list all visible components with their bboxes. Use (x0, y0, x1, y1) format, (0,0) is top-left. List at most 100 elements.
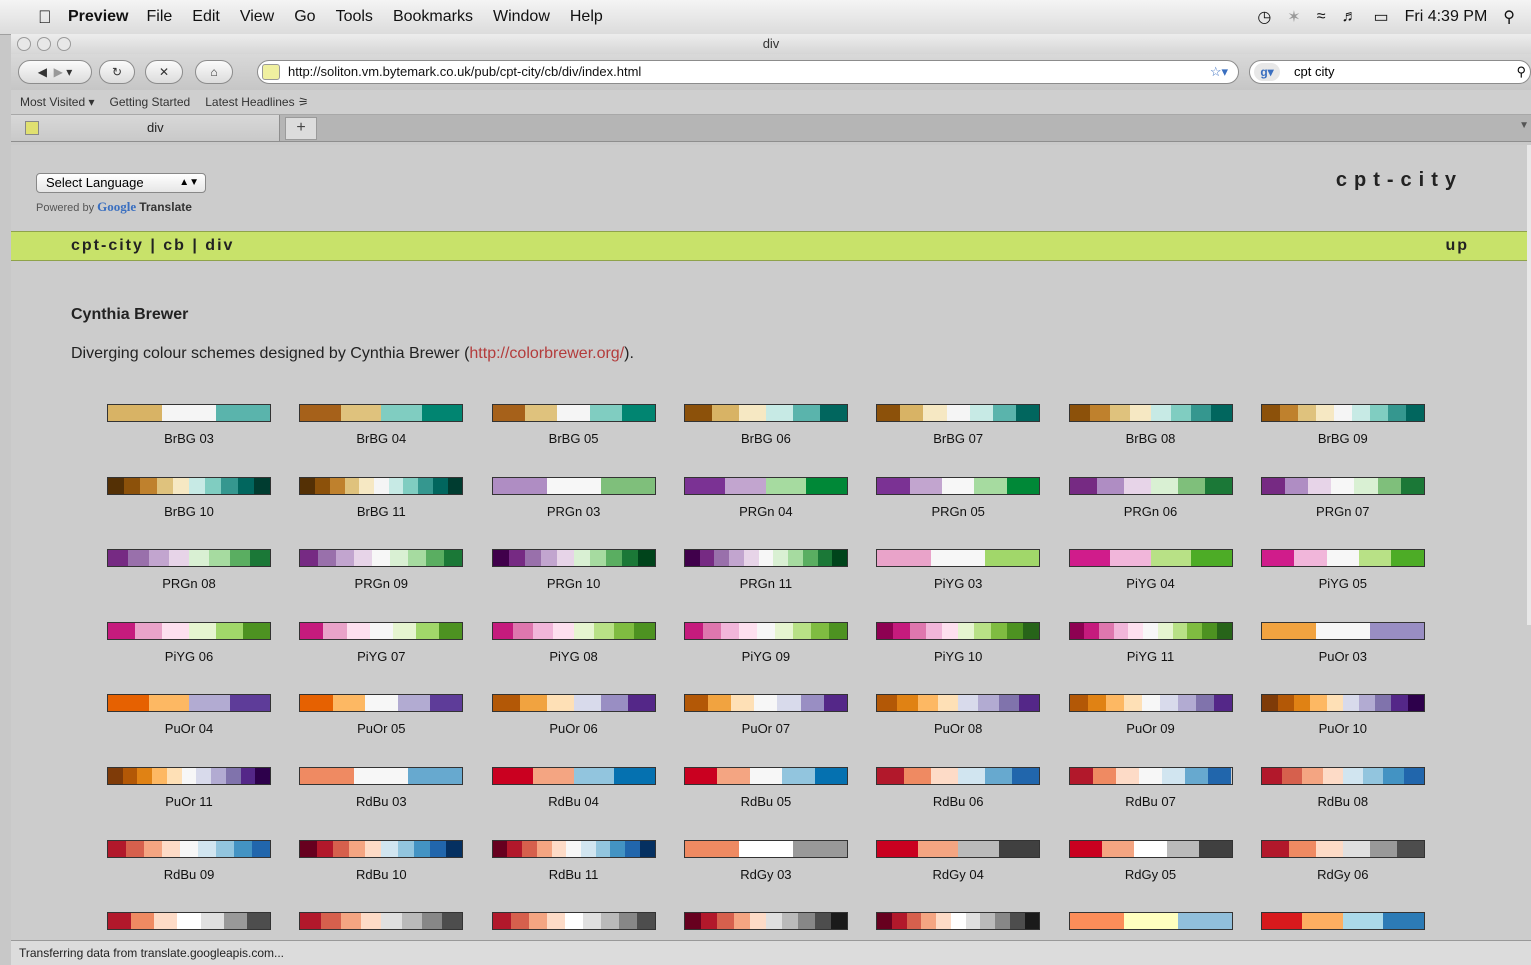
swatch-label[interactable]: BrBG 06 (684, 431, 848, 446)
swatch-label[interactable]: BrBG 10 (107, 504, 271, 519)
swatch-item[interactable]: RdBu 09 (107, 839, 271, 882)
swatch-colour-bar[interactable] (299, 621, 464, 640)
swatch-colour-bar[interactable] (1260, 694, 1425, 713)
wifi-icon[interactable]: ≈ (1317, 8, 1326, 26)
swatch-colour-bar[interactable] (299, 404, 464, 422)
swatch-colour-bar[interactable] (876, 404, 1041, 422)
translate-link[interactable]: Translate (139, 200, 192, 214)
swatch-colour-bar[interactable] (1068, 404, 1233, 422)
volume-icon[interactable]: ♬ (1341, 8, 1357, 26)
swatch-label[interactable]: RdGy 04 (876, 867, 1040, 882)
swatch-item[interactable]: PRGn 06 (1068, 476, 1233, 519)
url-text[interactable]: http://soliton.vm.bytemark.co.uk/pub/cpt… (288, 61, 641, 83)
swatch-item[interactable]: RdGy 10 (683, 912, 848, 940)
swatch-item[interactable]: PuOr 11 (107, 767, 271, 809)
swatch-item[interactable]: PuOr 09 (1068, 694, 1233, 736)
swatch-colour-bar[interactable] (683, 767, 848, 785)
vertical-scrollbar[interactable] (1527, 145, 1531, 625)
search-engine-icon[interactable]: g▾ (1254, 63, 1280, 81)
menu-item-bookmarks[interactable]: Bookmarks (393, 8, 473, 26)
swatch-label[interactable]: RdGy 06 (1261, 867, 1425, 882)
swatch-label[interactable]: PRGn 09 (299, 576, 463, 591)
swatch-label[interactable]: PiYG 09 (684, 649, 848, 664)
swatch-item[interactable]: RdGy 06 (1260, 839, 1425, 882)
swatch-item[interactable]: RdYlBu 03 (1068, 912, 1233, 940)
swatch-colour-bar[interactable] (876, 767, 1041, 785)
swatch-item[interactable]: PRGn 05 (876, 476, 1041, 519)
swatch-label[interactable]: PuOr 06 (492, 721, 656, 736)
swatch-label[interactable]: PiYG 10 (876, 649, 1040, 664)
swatch-item[interactable]: RdBu 08 (1260, 767, 1425, 809)
swatch-item[interactable]: BrBG 10 (107, 476, 271, 519)
swatch-item[interactable]: RdGy 03 (683, 839, 848, 882)
google-logo[interactable]: Google (97, 199, 136, 214)
swatch-label[interactable]: PiYG 07 (299, 649, 463, 664)
swatch-label[interactable]: PuOr 10 (1261, 721, 1425, 736)
menu-item-window[interactable]: Window (493, 8, 550, 26)
swatch-label[interactable]: PuOr 04 (107, 721, 271, 736)
swatch-item[interactable]: RdBu 11 (491, 839, 656, 882)
reload-button[interactable]: ↻ (99, 60, 135, 84)
swatch-item[interactable]: RdBu 04 (491, 767, 656, 809)
swatch-item[interactable]: PuOr 10 (1260, 694, 1425, 736)
swatch-colour-bar[interactable] (1260, 549, 1425, 568)
swatch-colour-bar[interactable] (491, 912, 656, 931)
stop-button[interactable]: ✕ (145, 60, 183, 84)
swatch-colour-bar[interactable] (1068, 912, 1233, 931)
back-forward-button[interactable]: ◀ ▶ ▾ (18, 60, 92, 84)
up-link[interactable]: up (1445, 232, 1469, 260)
swatch-item[interactable]: RdBu 05 (683, 767, 848, 809)
swatch-label[interactable]: RdGy 03 (684, 867, 848, 882)
swatch-label[interactable]: PiYG 05 (1261, 576, 1425, 591)
swatch-label[interactable]: PiYG 03 (876, 576, 1040, 591)
swatch-item[interactable]: RdGy 07 (107, 912, 271, 940)
swatch-colour-bar[interactable] (491, 621, 656, 640)
search-bar[interactable]: g▾ cpt city ⚲ (1249, 60, 1531, 84)
swatch-item[interactable]: PiYG 03 (876, 549, 1041, 591)
swatch-label[interactable]: PRGn 03 (492, 504, 656, 519)
swatch-label[interactable]: BrBG 03 (107, 431, 271, 446)
swatch-label[interactable]: BrBG 08 (1069, 431, 1233, 446)
url-bar[interactable]: http://soliton.vm.bytemark.co.uk/pub/cpt… (257, 60, 1239, 84)
menu-item-edit[interactable]: Edit (192, 8, 220, 26)
swatch-item[interactable]: PiYG 07 (299, 621, 464, 664)
swatch-colour-bar[interactable] (683, 839, 848, 858)
swatch-item[interactable]: BrBG 11 (299, 476, 464, 519)
tab-list-arrow-icon[interactable]: ▼ (1519, 120, 1529, 131)
swatch-item[interactable]: PRGn 08 (107, 549, 271, 591)
swatch-label[interactable]: RdBu 09 (107, 867, 271, 882)
zoom-window-button[interactable] (57, 37, 71, 51)
swatch-label[interactable]: RdBu 07 (1069, 794, 1233, 809)
swatch-colour-bar[interactable] (683, 476, 848, 495)
swatch-label[interactable]: BrBG 09 (1261, 431, 1425, 446)
swatch-label[interactable]: RdBu 04 (492, 794, 656, 809)
swatch-item[interactable]: PiYG 06 (107, 621, 271, 664)
swatch-label[interactable]: RdBu 03 (299, 794, 463, 809)
swatch-colour-bar[interactable] (491, 549, 656, 568)
swatch-label[interactable]: RdBu 06 (876, 794, 1040, 809)
close-window-button[interactable] (17, 37, 31, 51)
swatch-item[interactable]: PRGn 10 (491, 549, 656, 591)
swatch-colour-bar[interactable] (683, 694, 848, 713)
tab-div[interactable]: div (11, 115, 280, 141)
swatch-item[interactable]: PiYG 10 (876, 621, 1041, 664)
swatch-label[interactable]: PuOr 07 (684, 721, 848, 736)
swatch-label[interactable]: PuOr 05 (299, 721, 463, 736)
battery-icon[interactable]: ▭ (1373, 7, 1388, 27)
swatch-colour-bar[interactable] (107, 476, 271, 495)
swatch-item[interactable]: BrBG 08 (1068, 404, 1233, 446)
swatch-colour-bar[interactable] (1068, 694, 1233, 713)
swatch-item[interactable]: PiYG 11 (1068, 621, 1233, 664)
swatch-item[interactable]: RdYlBu 04 (1260, 912, 1425, 940)
swatch-item[interactable]: PuOr 07 (683, 694, 848, 736)
time-machine-icon[interactable]: ◷ (1257, 7, 1271, 27)
swatch-label[interactable]: BrBG 04 (299, 431, 463, 446)
swatch-colour-bar[interactable] (876, 621, 1041, 640)
swatch-colour-bar[interactable] (491, 404, 656, 422)
swatch-colour-bar[interactable] (491, 476, 656, 495)
forward-icon[interactable]: ▶ (54, 65, 63, 79)
swatch-colour-bar[interactable] (491, 839, 656, 858)
swatch-item[interactable]: PiYG 08 (491, 621, 656, 664)
swatch-colour-bar[interactable] (876, 549, 1041, 568)
swatch-item[interactable]: RdBu 03 (299, 767, 464, 809)
